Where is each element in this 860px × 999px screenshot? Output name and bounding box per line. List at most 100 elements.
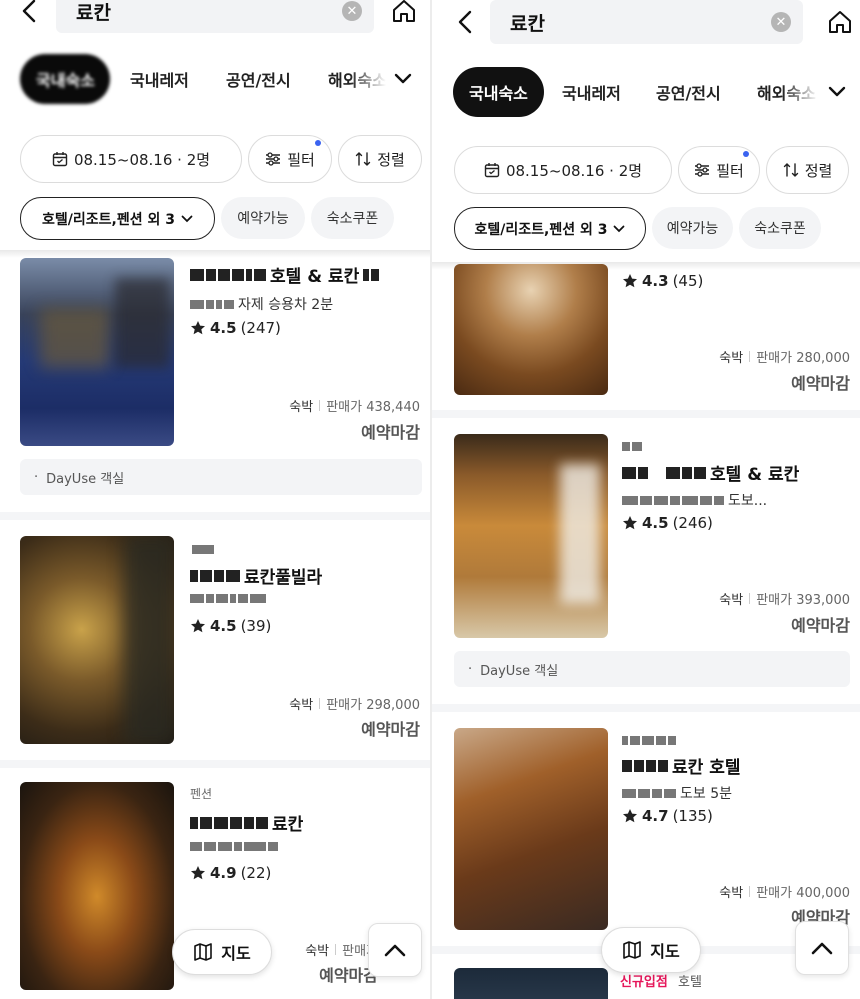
listing-name: 료칸풀빌라 <box>190 563 322 588</box>
listing-location: 자제 승용차 2분 <box>190 294 333 314</box>
review-count: (135) <box>672 807 713 825</box>
coupon-chip[interactable]: 숙소쿠폰 <box>739 207 821 249</box>
filter-button[interactable]: 필터 <box>248 135 332 183</box>
bullet-icon: · <box>468 661 473 677</box>
new-listing-badge: 신규입점 <box>620 975 668 990</box>
sort-button[interactable]: 정렬 <box>338 135 422 183</box>
listing-rating: 4.5 (246) <box>622 514 713 532</box>
date-guests-button[interactable]: 08.15~08.16 · 2명 <box>20 135 242 183</box>
redacted-text <box>622 442 642 451</box>
dayuse-row[interactable]: · DayUse 객실 <box>20 459 422 495</box>
available-chip[interactable]: 예약가능 <box>221 197 305 239</box>
rating-score: 4.9 <box>210 864 237 882</box>
tab-active[interactable]: 국내숙소 <box>20 54 110 104</box>
back-button[interactable] <box>450 2 480 42</box>
search-query: 료칸 <box>510 12 545 35</box>
listing-thumbnail <box>454 968 608 999</box>
tab-performance[interactable]: 공연/전시 <box>656 67 721 117</box>
map-button[interactable]: 지도 <box>172 929 272 975</box>
back-button[interactable] <box>14 0 44 31</box>
map-button[interactable]: 지도 <box>601 927 701 973</box>
tabs-expand-button[interactable] <box>824 79 850 105</box>
tab-domestic-stay[interactable]: 국내숙소 <box>453 67 544 117</box>
chevron-down-icon <box>394 73 412 84</box>
home-button[interactable] <box>824 2 856 42</box>
listing-price: 숙박 판매가 298,000 <box>289 694 420 713</box>
arrow-up-icon <box>384 944 406 957</box>
redacted-text <box>190 842 278 851</box>
calendar-icon <box>52 152 68 167</box>
price-divider <box>319 698 321 709</box>
redacted-text <box>622 788 676 798</box>
rating-score: 4.5 <box>210 617 237 635</box>
available-chip-label: 예약가능 <box>666 221 719 237</box>
chevron-down-icon <box>181 215 193 222</box>
map-icon <box>194 943 213 961</box>
category-chip[interactable]: 호텔/리조트,펜션 외 3 <box>20 197 215 240</box>
tab-performance[interactable]: 공연/전시 <box>226 54 291 104</box>
search-bar: 료칸 ✕ <box>0 0 430 36</box>
filter-label: 필터 <box>716 161 744 180</box>
star-icon <box>191 866 205 880</box>
listing-rating: 4.5 (39) <box>190 617 271 635</box>
listing-name: 료칸 호텔 <box>622 753 740 778</box>
tab-label: 공연/전시 <box>226 71 291 90</box>
category-chip[interactable]: 호텔/리조트,펜션 외 3 <box>454 207 646 250</box>
tab-domestic-leisure[interactable]: 국내레저 <box>562 67 621 117</box>
stay-type: 숙박 <box>719 886 744 901</box>
redacted-text <box>622 759 668 772</box>
filter-button[interactable]: 필터 <box>678 146 760 194</box>
card-separator <box>432 704 860 712</box>
redacted-text <box>190 594 266 603</box>
category-tabs: 국내숙소 국내레저 공연/전시 해외숙소 <box>0 54 430 104</box>
right-screen: 료칸 ✕ 국내숙소 국내레저 공연/전시 해외숙소 08.15~08.16 · … <box>432 0 860 999</box>
stay-type: 숙박 <box>305 944 330 959</box>
coupon-chip[interactable]: 숙소쿠폰 <box>311 197 394 239</box>
listing-name-text: 호텔 & 료칸 <box>270 267 360 287</box>
listing-name: 호텔 & 료칸 <box>190 262 380 287</box>
sort-button[interactable]: 정렬 <box>766 146 849 194</box>
price-divider <box>335 944 337 955</box>
review-count: (247) <box>240 319 281 337</box>
sold-out-status: 예약마감 <box>361 720 420 739</box>
filter-notice-dot <box>743 151 749 157</box>
clear-icon[interactable]: ✕ <box>771 12 791 32</box>
search-input[interactable]: 료칸 ✕ <box>56 0 374 33</box>
star-icon <box>623 274 637 288</box>
scroll-top-button[interactable] <box>795 921 849 975</box>
redacted-text <box>622 466 648 479</box>
listing-price: 숙박 판매가 280,000 <box>719 347 850 366</box>
clear-icon[interactable]: ✕ <box>342 1 362 21</box>
calendar-icon <box>484 163 500 178</box>
tabs-expand-button[interactable] <box>390 66 416 92</box>
sort-icon <box>355 152 371 166</box>
listing-rating: 4.3 (45) <box>622 272 703 290</box>
scroll-top-button[interactable] <box>368 923 422 977</box>
back-icon <box>22 0 36 23</box>
home-button[interactable] <box>388 0 420 31</box>
listing-rating: 4.9 (22) <box>190 864 271 882</box>
redacted-text <box>363 268 380 281</box>
review-count: (22) <box>240 864 272 882</box>
stay-type: 숙박 <box>719 593 744 608</box>
search-input[interactable]: 료칸 ✕ <box>490 0 803 44</box>
redacted-text <box>622 736 676 745</box>
listing-category: 호텔 <box>678 975 702 990</box>
rating-score: 4.7 <box>642 807 669 825</box>
date-guests-button[interactable]: 08.15~08.16 · 2명 <box>454 146 672 194</box>
rating-score: 4.3 <box>642 272 669 290</box>
listing-thumbnail <box>20 782 174 990</box>
redacted-text <box>192 545 214 554</box>
category-chip-label: 호텔/리조트,펜션 외 3 <box>42 211 175 228</box>
category-tabs: 국내숙소 국내레저 공연/전시 해외숙소 <box>432 67 860 117</box>
tab-domestic-leisure[interactable]: 국내레저 <box>130 54 189 104</box>
sale-price: 판매가 393,000 <box>756 593 850 608</box>
dayuse-row[interactable]: · DayUse 객실 <box>454 651 850 687</box>
dayuse-label: DayUse 객실 <box>480 663 559 679</box>
card-separator <box>432 410 860 418</box>
available-chip[interactable]: 예약가능 <box>652 207 733 249</box>
price-divider <box>749 886 751 897</box>
redacted-text <box>190 299 234 309</box>
tab-active-label: 국내숙소 <box>36 71 95 90</box>
listing-location-text: 자제 승용차 2분 <box>238 297 334 313</box>
